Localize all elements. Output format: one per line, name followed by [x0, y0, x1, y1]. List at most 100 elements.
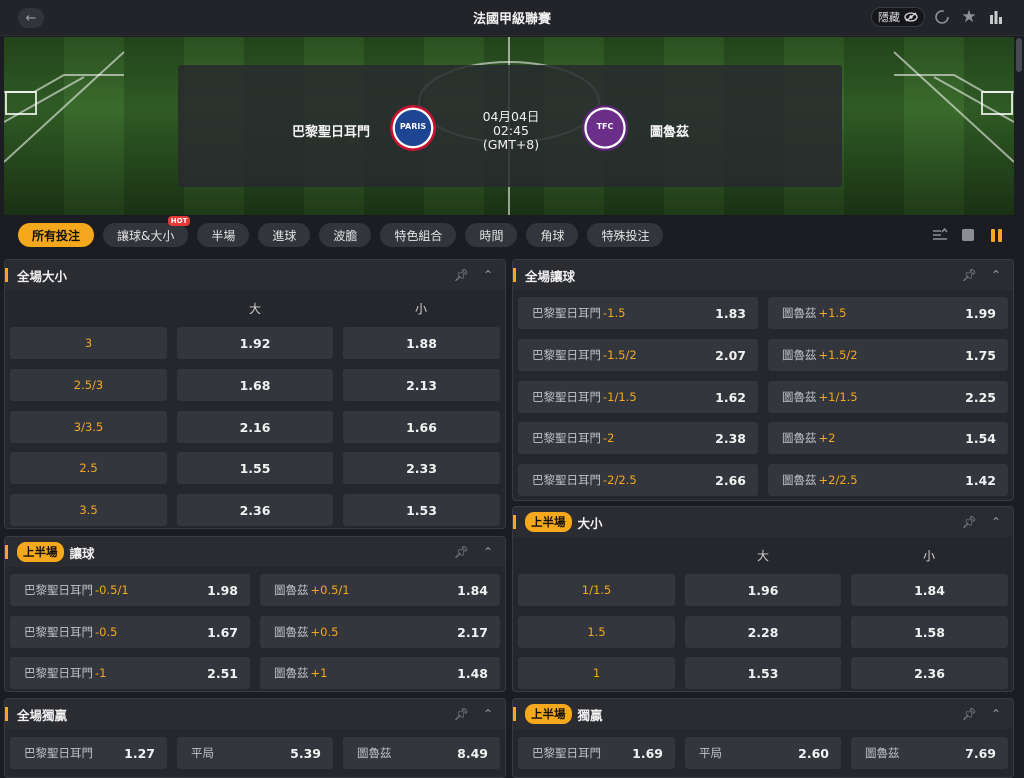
home-handicap-button[interactable]: 巴黎聖日耳門 -1 2.51 [10, 657, 250, 689]
over-odds-button[interactable]: 2.36 [177, 494, 333, 526]
chevron-up-icon[interactable]: ⌃ [483, 268, 493, 282]
panel-actions: 📌︎ ⌃ [962, 707, 1001, 721]
tab-corners[interactable]: 角球 [526, 223, 579, 247]
home-handicap-button[interactable]: 巴黎聖日耳門 -0.5/1 1.98 [10, 574, 250, 606]
pin-icon[interactable]: 📌︎ [962, 515, 977, 529]
away-handicap-button[interactable]: 圖魯茲 +1.5/2 1.75 [768, 339, 1008, 371]
away-handicap-button[interactable]: 圖魯茲 +0.5/1 1.84 [260, 574, 500, 606]
panel-full-over-under: 全場大小 📌︎ ⌃ 大 小 3 1.92 1.88 2.5/3 1.68 2.13… [4, 259, 506, 529]
refresh-button[interactable] [932, 7, 952, 27]
panel-header[interactable]: 上半場 讓球 📌︎ ⌃ [5, 537, 505, 567]
odds-value: 2.07 [715, 347, 746, 363]
pin-icon[interactable]: 📌︎ [454, 707, 469, 721]
refresh-icon [935, 10, 949, 24]
over-odds-button[interactable]: 2.16 [177, 411, 333, 443]
under-odds-button[interactable]: 2.36 [851, 657, 1008, 689]
chevron-up-icon[interactable]: ⌃ [483, 545, 493, 559]
handicap-line: +2/2.5 [818, 473, 858, 487]
under-odds-button[interactable]: 2.13 [343, 369, 500, 401]
pin-icon[interactable]: 📌︎ [962, 707, 977, 721]
panel-header[interactable]: 全場讓球 📌︎ ⌃ [513, 260, 1013, 290]
handicap-line: -2 [603, 431, 615, 445]
stats-button[interactable] [986, 7, 1006, 27]
panel-header[interactable]: 上半場 獨贏 📌︎ ⌃ [513, 699, 1013, 729]
hide-toggle-button[interactable]: 隱藏 [871, 7, 925, 27]
tab-handicap-ou[interactable]: 讓球&大小 HOT [103, 216, 191, 247]
team-label: 圖魯茲 [274, 625, 309, 639]
tab-special[interactable]: 特殊投注 [587, 223, 664, 247]
panel-header[interactable]: 全場獨贏 📌︎ ⌃ [5, 699, 505, 729]
home-win-button[interactable]: 巴黎聖日耳門 1.27 [10, 737, 167, 769]
over-odds-button[interactable]: 1.55 [177, 452, 333, 484]
home-handicap-button[interactable]: 巴黎聖日耳門 -0.5 1.67 [10, 616, 250, 648]
square-icon [962, 229, 974, 241]
over-odds-button[interactable]: 2.28 [685, 616, 841, 648]
handicap-line: +1 [310, 666, 328, 680]
handicap-line: +0.5 [310, 625, 339, 639]
home-team-crest: PARIS [390, 105, 436, 151]
home-team-name: 巴黎聖日耳門 [292, 125, 371, 140]
pin-icon[interactable]: 📌︎ [454, 268, 469, 282]
pin-icon[interactable]: 📌︎ [962, 268, 977, 282]
under-odds-button[interactable]: 1.84 [851, 574, 1008, 606]
away-handicap-button[interactable]: 圖魯茲 +1 1.48 [260, 657, 500, 689]
home-handicap-button[interactable]: 巴黎聖日耳門 -1/1.5 1.62 [518, 381, 758, 413]
home-handicap-button[interactable]: 巴黎聖日耳門 -1.5/2 2.07 [518, 339, 758, 371]
under-odds-button[interactable]: 2.33 [343, 452, 500, 484]
odds-value: 1.66 [406, 419, 437, 435]
over-odds-button[interactable]: 1.68 [177, 369, 333, 401]
collapse-all-button[interactable] [932, 227, 948, 243]
under-odds-button[interactable]: 1.88 [343, 327, 500, 359]
under-odds-button[interactable]: 1.66 [343, 411, 500, 443]
home-win-button[interactable]: 巴黎聖日耳門 1.69 [518, 737, 675, 769]
tab-goals[interactable]: 進球 [258, 223, 311, 247]
ou-line: 1.5 [518, 616, 675, 648]
panel-header[interactable]: 全場大小 📌︎ ⌃ [5, 260, 505, 290]
single-column-button[interactable] [960, 227, 976, 243]
home-handicap-button[interactable]: 巴黎聖日耳門 -2 2.38 [518, 422, 758, 454]
team-label: 巴黎聖日耳門 [532, 306, 601, 320]
accent-bar [513, 268, 516, 282]
over-odds-button[interactable]: 1.92 [177, 327, 333, 359]
away-handicap-button[interactable]: 圖魯茲 +1.5 1.99 [768, 297, 1008, 329]
two-column-button[interactable] [988, 227, 1004, 243]
ou-line: 2.5 [10, 452, 167, 484]
market-tabs: 所有投注 讓球&大小 HOT 半場 進球 波膽 特色組合 時間 角球 特殊投注 [18, 216, 664, 247]
back-button[interactable]: ← [18, 8, 44, 28]
panel-title: 讓球 [69, 545, 95, 561]
away-handicap-button[interactable]: 圖魯茲 +2 1.54 [768, 422, 1008, 454]
panel-header[interactable]: 上半場 大小 📌︎ ⌃ [513, 507, 1013, 537]
chevron-up-icon[interactable]: ⌃ [991, 707, 1001, 721]
away-win-button[interactable]: 圖魯茲 7.69 [851, 737, 1008, 769]
under-odds-button[interactable]: 1.53 [343, 494, 500, 526]
team-label: 圖魯茲 [865, 746, 900, 760]
accent-bar [513, 707, 516, 721]
line-value: 1.5 [587, 625, 606, 639]
columns-icon [990, 228, 1002, 242]
over-odds-button[interactable]: 1.96 [685, 574, 841, 606]
home-handicap-button[interactable]: 巴黎聖日耳門 -2/2.5 2.66 [518, 464, 758, 496]
home-handicap-button[interactable]: 巴黎聖日耳門 -1.5 1.83 [518, 297, 758, 329]
tab-correct-score[interactable]: 波膽 [319, 223, 372, 247]
team-label: 圖魯茲 [782, 306, 817, 320]
favorite-button[interactable]: ★ [959, 7, 979, 27]
draw-button[interactable]: 平局 5.39 [177, 737, 333, 769]
pin-icon[interactable]: 📌︎ [454, 545, 469, 559]
tab-time[interactable]: 時間 [465, 223, 518, 247]
away-handicap-button[interactable]: 圖魯茲 +0.5 2.17 [260, 616, 500, 648]
away-handicap-button[interactable]: 圖魯茲 +1/1.5 2.25 [768, 381, 1008, 413]
scrollbar[interactable] [1016, 38, 1022, 72]
tab-half[interactable]: 半場 [197, 223, 250, 247]
away-handicap-button[interactable]: 圖魯茲 +2/2.5 1.42 [768, 464, 1008, 496]
tab-combo[interactable]: 特色組合 [380, 223, 457, 247]
chevron-up-icon[interactable]: ⌃ [991, 515, 1001, 529]
over-odds-button[interactable]: 1.53 [685, 657, 841, 689]
chevron-up-icon[interactable]: ⌃ [483, 707, 493, 721]
team-label: 圖魯茲 [782, 473, 817, 487]
team-label: 巴黎聖日耳門 [24, 666, 93, 680]
under-odds-button[interactable]: 1.58 [851, 616, 1008, 648]
chevron-up-icon[interactable]: ⌃ [991, 268, 1001, 282]
away-win-button[interactable]: 圖魯茲 8.49 [343, 737, 500, 769]
tab-all[interactable]: 所有投注 [18, 223, 95, 247]
draw-button[interactable]: 平局 2.60 [685, 737, 841, 769]
